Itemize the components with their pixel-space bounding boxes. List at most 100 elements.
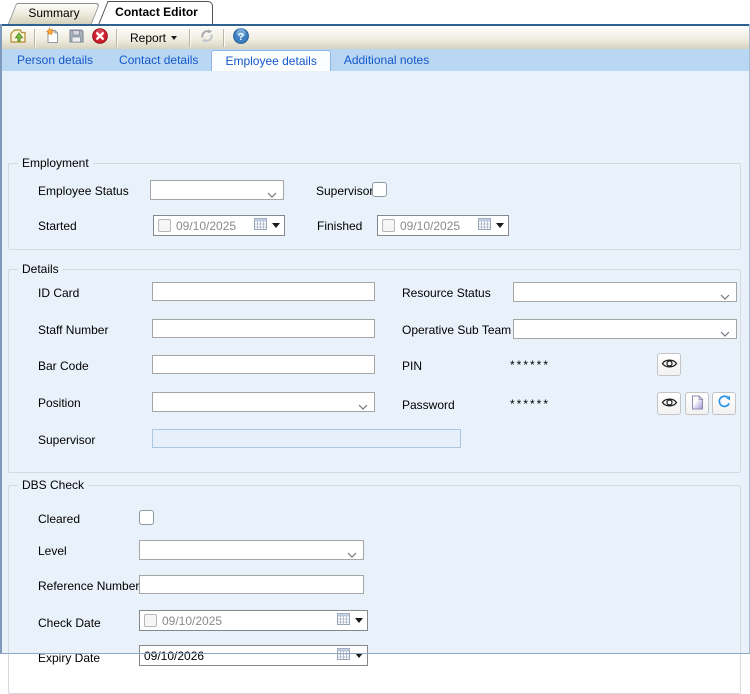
save-icon: [67, 27, 85, 48]
pin-label: PIN: [402, 359, 422, 373]
employment-groupbox: Employment: [8, 163, 741, 250]
report-label: Report: [130, 31, 166, 45]
open-folder-go-icon: [9, 27, 27, 48]
cleared-checkbox[interactable]: [139, 510, 154, 525]
password-label: Password: [402, 398, 455, 412]
refresh-icon: [198, 27, 216, 48]
toolbar-separator: [34, 29, 36, 47]
finished-datepicker[interactable]: 09/10/2025: [377, 215, 509, 236]
chevron-down-icon: [720, 326, 730, 340]
id-card-input[interactable]: [152, 282, 375, 301]
help-icon: ?: [232, 27, 250, 48]
cancel-icon: [91, 27, 109, 48]
dropdown-caret-icon: [272, 223, 280, 228]
position-label: Position: [38, 396, 81, 410]
password-reveal-button[interactable]: [657, 392, 681, 415]
expiry-date-value: 09/10/2026: [144, 649, 332, 663]
new-document-icon: [43, 27, 61, 48]
employee-details-panel: Employment Employee Status Supervisor St…: [0, 71, 750, 654]
toolbar-separator: [116, 29, 118, 47]
started-label: Started: [38, 219, 77, 233]
dropdown-caret-icon: [355, 618, 363, 623]
new-document-button[interactable]: [42, 28, 62, 48]
report-dropdown-button[interactable]: Report: [124, 28, 183, 48]
toolbar-separator: [189, 29, 191, 47]
open-folder-go-button[interactable]: [8, 28, 28, 48]
tab-contact-editor[interactable]: Contact Editor: [100, 1, 213, 24]
started-datepicker[interactable]: 09/10/2025: [153, 215, 285, 236]
employee-status-label: Employee Status: [38, 184, 129, 198]
reference-number-input[interactable]: [139, 575, 364, 594]
window-border-left: [0, 24, 2, 654]
bar-code-label: Bar Code: [38, 359, 89, 373]
id-card-label: ID Card: [38, 286, 79, 300]
eye-icon: [661, 396, 678, 412]
check-date-enable-checkbox[interactable]: [144, 614, 157, 627]
detail-tabstrip: Person details Contact details Employee …: [0, 49, 750, 71]
staff-number-label: Staff Number: [38, 323, 108, 337]
cancel-button[interactable]: [90, 28, 110, 48]
copy-document-icon: [691, 395, 704, 413]
operative-sub-team-combobox[interactable]: [513, 319, 737, 339]
level-combobox[interactable]: [139, 540, 364, 560]
calendar-icon: [254, 218, 267, 233]
cleared-label: Cleared: [38, 512, 80, 526]
calendar-icon: [478, 218, 491, 233]
toolbar-separator: [223, 29, 225, 47]
password-regenerate-button[interactable]: [712, 392, 736, 415]
eye-icon: [661, 357, 678, 373]
document-tabbar: Summary Contact Editor: [0, 0, 750, 24]
supervisor-label: Supervisor: [316, 184, 373, 198]
finished-date-value: 09/10/2025: [400, 219, 473, 233]
expiry-date-datepicker[interactable]: 09/10/2026: [139, 645, 368, 666]
tab-summary-label: Summary: [12, 3, 96, 24]
finished-enable-checkbox[interactable]: [382, 219, 395, 232]
pin-reveal-button[interactable]: [657, 353, 681, 376]
employee-status-combobox[interactable]: [150, 180, 284, 200]
check-date-label: Check Date: [38, 616, 101, 630]
password-masked-value: ******: [510, 397, 550, 411]
pin-masked-value: ******: [510, 358, 550, 372]
check-date-datepicker[interactable]: 09/10/2025: [139, 610, 368, 631]
operative-sub-team-label: Operative Sub Team: [402, 323, 511, 337]
tab-contact-details[interactable]: Contact details: [106, 50, 211, 71]
password-copy-button[interactable]: [685, 392, 709, 415]
contact-editor-window: Summary Contact Editor: [0, 0, 750, 654]
position-combobox[interactable]: [152, 392, 375, 412]
dropdown-caret-icon: [496, 223, 504, 228]
chevron-down-icon: [358, 399, 368, 413]
tab-contact-editor-label: Contact Editor: [100, 1, 213, 24]
resource-status-label: Resource Status: [402, 286, 491, 300]
check-date-value: 09/10/2025: [162, 614, 332, 628]
refresh-blue-icon: [717, 395, 731, 412]
started-enable-checkbox[interactable]: [158, 219, 171, 232]
chevron-down-icon: [267, 187, 277, 201]
dbs-check-legend: DBS Check: [18, 478, 88, 492]
calendar-icon: [337, 613, 350, 628]
bar-code-input[interactable]: [152, 355, 375, 374]
refresh-button[interactable]: [197, 28, 217, 48]
svg-text:?: ?: [238, 31, 244, 43]
details-legend: Details: [18, 262, 63, 276]
details-supervisor-label: Supervisor: [38, 433, 95, 447]
tab-person-details[interactable]: Person details: [4, 50, 106, 71]
level-label: Level: [38, 544, 67, 558]
chevron-down-icon: [347, 547, 357, 561]
help-button[interactable]: ?: [231, 28, 251, 48]
dropdown-caret-icon: [171, 36, 177, 40]
employment-legend: Employment: [18, 156, 93, 170]
chevron-down-icon: [720, 289, 730, 303]
calendar-icon: [337, 648, 350, 663]
finished-label: Finished: [317, 219, 362, 233]
supervisor-checkbox[interactable]: [372, 182, 387, 197]
reference-number-label: Reference Number: [38, 579, 139, 593]
tab-additional-notes[interactable]: Additional notes: [331, 50, 442, 71]
tab-employee-details[interactable]: Employee details: [211, 50, 330, 71]
toolbar: Report ?: [0, 24, 750, 49]
started-date-value: 09/10/2025: [176, 219, 249, 233]
details-supervisor-input: [152, 429, 461, 448]
tab-summary[interactable]: Summary: [12, 3, 96, 24]
staff-number-input[interactable]: [152, 319, 375, 338]
save-button[interactable]: [66, 28, 86, 48]
resource-status-combobox[interactable]: [513, 282, 737, 302]
